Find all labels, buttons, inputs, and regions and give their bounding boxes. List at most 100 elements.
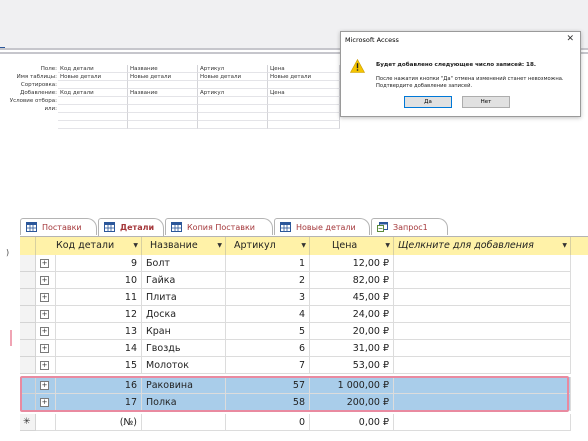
expander[interactable]: + bbox=[36, 340, 56, 357]
qbe-empty-cell[interactable] bbox=[268, 113, 340, 121]
cell-code[interactable]: (№) bbox=[56, 414, 142, 431]
cell-empty[interactable] bbox=[394, 394, 571, 411]
cell-price[interactable]: 82,00 ₽ bbox=[310, 272, 394, 289]
select-all-corner[interactable] bbox=[20, 237, 36, 255]
column-header-name[interactable]: Название ▼ bbox=[142, 237, 226, 255]
cell-price[interactable]: 24,00 ₽ bbox=[310, 306, 394, 323]
cell-article[interactable]: 58 bbox=[226, 394, 310, 411]
qbe-empty-cell[interactable] bbox=[128, 121, 198, 129]
expander[interactable]: + bbox=[36, 289, 56, 306]
qbe-append-cell[interactable]: Цена bbox=[268, 89, 340, 97]
tab-kopiya-postavki[interactable]: Копия Поставки bbox=[165, 218, 273, 235]
cell-article[interactable]: 6 bbox=[226, 340, 310, 357]
cell-name[interactable]: Полка bbox=[142, 394, 226, 411]
table-row[interactable]: + 14 Гвоздь 6 31,00 ₽ bbox=[36, 340, 588, 357]
sort-arrow-icon[interactable]: ▼ bbox=[301, 237, 306, 255]
sort-arrow-icon[interactable]: ▼ bbox=[562, 237, 567, 255]
qbe-append-cell[interactable]: Артикул bbox=[198, 89, 268, 97]
cell-empty[interactable] bbox=[394, 414, 571, 431]
table-row[interactable]: + 9 Болт 1 12,00 ₽ bbox=[36, 255, 588, 272]
cell-code[interactable]: 10 bbox=[56, 272, 142, 289]
row-selector[interactable] bbox=[20, 340, 36, 357]
cell-name[interactable]: Болт bbox=[142, 255, 226, 272]
cell-price[interactable]: 53,00 ₽ bbox=[310, 357, 394, 374]
qbe-or-cell[interactable] bbox=[198, 105, 268, 113]
cell-article[interactable]: 4 bbox=[226, 306, 310, 323]
table-row[interactable]: + 10 Гайка 2 82,00 ₽ bbox=[36, 272, 588, 289]
qbe-table-cell[interactable]: Новые детали bbox=[268, 73, 340, 81]
qbe-sort-cell[interactable] bbox=[58, 81, 128, 89]
new-record-selector[interactable]: ✳ bbox=[20, 414, 36, 431]
cell-empty[interactable] bbox=[394, 323, 571, 340]
cell-code[interactable]: 13 bbox=[56, 323, 142, 340]
cell-price[interactable]: 45,00 ₽ bbox=[310, 289, 394, 306]
cell-price[interactable]: 0,00 ₽ bbox=[310, 414, 394, 431]
qbe-field-cell[interactable]: Цена bbox=[268, 65, 340, 73]
cell-empty[interactable] bbox=[394, 255, 571, 272]
table-row[interactable]: + 15 Молоток 7 53,00 ₽ bbox=[36, 357, 588, 374]
cell-article[interactable]: 57 bbox=[226, 377, 310, 394]
cell-code[interactable]: 12 bbox=[56, 306, 142, 323]
qbe-table-cell[interactable]: Новые детали bbox=[198, 73, 268, 81]
table-row-highlighted[interactable]: + 17 Полка 58 200,00 ₽ bbox=[36, 394, 588, 411]
cell-article[interactable]: 5 bbox=[226, 323, 310, 340]
qbe-append-cell[interactable]: Код детали bbox=[58, 89, 128, 97]
no-button[interactable]: Нет bbox=[462, 96, 510, 108]
cell-code[interactable]: 11 bbox=[56, 289, 142, 306]
cell-empty[interactable] bbox=[394, 340, 571, 357]
table-row-highlighted[interactable]: + 16 Раковина 57 1 000,00 ₽ bbox=[36, 377, 588, 394]
row-selector[interactable] bbox=[20, 357, 36, 374]
expander[interactable]: + bbox=[36, 377, 56, 394]
row-selector[interactable] bbox=[20, 306, 36, 323]
expand-icon[interactable]: + bbox=[40, 398, 49, 407]
cell-article[interactable]: 2 bbox=[226, 272, 310, 289]
qbe-field-cell[interactable]: Артикул bbox=[198, 65, 268, 73]
cell-price[interactable]: 20,00 ₽ bbox=[310, 323, 394, 340]
new-record-row[interactable]: (№) 0 0,00 ₽ bbox=[36, 414, 588, 431]
row-selector[interactable] bbox=[20, 394, 36, 411]
row-selector[interactable] bbox=[20, 272, 36, 289]
cell-price[interactable]: 31,00 ₽ bbox=[310, 340, 394, 357]
expander[interactable]: + bbox=[36, 306, 56, 323]
qbe-sort-cell[interactable] bbox=[268, 81, 340, 89]
expander[interactable]: + bbox=[36, 272, 56, 289]
cell-empty[interactable] bbox=[394, 272, 571, 289]
row-selector[interactable] bbox=[20, 323, 36, 340]
cell-price[interactable]: 200,00 ₽ bbox=[310, 394, 394, 411]
sort-arrow-icon[interactable]: ▼ bbox=[133, 237, 138, 255]
row-selector[interactable] bbox=[20, 377, 36, 394]
expander[interactable]: + bbox=[36, 357, 56, 374]
cell-article[interactable]: 1 bbox=[226, 255, 310, 272]
expand-icon[interactable]: + bbox=[40, 310, 49, 319]
qbe-criteria-cell[interactable] bbox=[58, 97, 128, 105]
tab-novye-detali[interactable]: Новые детали bbox=[274, 218, 370, 235]
column-header-add[interactable]: Щелкните для добавления ▼ bbox=[394, 237, 571, 255]
expander[interactable]: + bbox=[36, 255, 56, 272]
cell-article[interactable]: 3 bbox=[226, 289, 310, 306]
sort-arrow-icon[interactable]: ▼ bbox=[385, 237, 390, 255]
row-selector[interactable] bbox=[20, 255, 36, 272]
cell-empty[interactable] bbox=[394, 306, 571, 323]
yes-button[interactable]: Да bbox=[404, 96, 452, 108]
column-header-price[interactable]: Цена ▼ bbox=[310, 237, 394, 255]
qbe-criteria-cell[interactable] bbox=[128, 97, 198, 105]
qbe-or-cell[interactable] bbox=[58, 105, 128, 113]
expand-icon[interactable]: + bbox=[40, 259, 49, 268]
sort-arrow-icon[interactable]: ▼ bbox=[217, 237, 222, 255]
cell-empty[interactable] bbox=[394, 357, 571, 374]
qbe-criteria-cell[interactable] bbox=[268, 97, 340, 105]
qbe-or-cell[interactable] bbox=[268, 105, 340, 113]
qbe-or-cell[interactable] bbox=[128, 105, 198, 113]
qbe-empty-cell[interactable] bbox=[268, 121, 340, 129]
expander[interactable]: + bbox=[36, 394, 56, 411]
cell-name[interactable]: Кран bbox=[142, 323, 226, 340]
qbe-empty-cell[interactable] bbox=[58, 121, 128, 129]
qbe-empty-cell[interactable] bbox=[58, 113, 128, 121]
cell-price[interactable]: 12,00 ₽ bbox=[310, 255, 394, 272]
cell-code[interactable]: 16 bbox=[56, 377, 142, 394]
cell-name[interactable] bbox=[142, 414, 226, 431]
cell-code[interactable]: 15 bbox=[56, 357, 142, 374]
row-selector[interactable] bbox=[20, 289, 36, 306]
qbe-sort-cell[interactable] bbox=[198, 81, 268, 89]
cell-price[interactable]: 1 000,00 ₽ bbox=[310, 377, 394, 394]
